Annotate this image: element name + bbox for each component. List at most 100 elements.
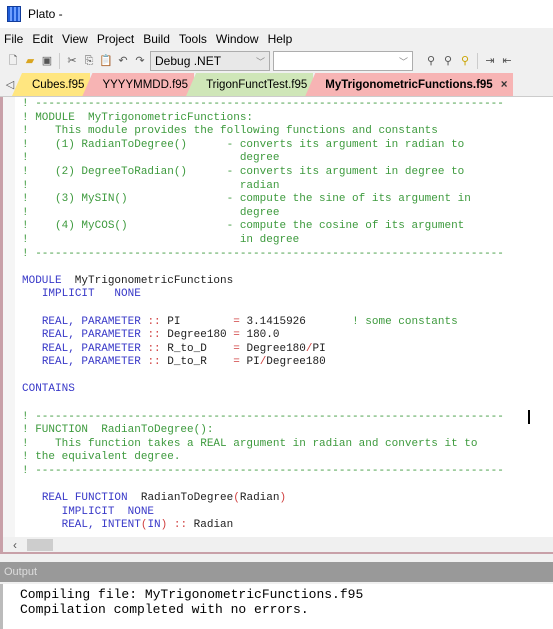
output-panel: Compiling file: MyTrigonometricFunctions… [0,584,553,629]
code-line: ! degree [22,207,504,221]
editor-tabs: ◁ Cubes.f95 YYYYMMDD.f95 TrigonFunctTest… [0,73,553,97]
plato-app-icon [7,6,21,22]
code-line: IMPLICIT NONE [22,506,504,520]
code-line: ! (4) MyCOS() - compute the cosine of it… [22,220,504,234]
code-line: ! in degree [22,234,504,248]
code-comment: ! --------------------------------------… [22,247,504,260]
code-line: ! This module provides the following fun… [22,125,504,139]
tab-label: MyTrigonometricFunctions.f95 [325,79,493,91]
code-comment: ! This function takes a REAL argument in… [22,437,478,450]
code-line: ! --------------------------------------… [22,248,504,262]
menu-help[interactable]: Help [264,32,298,46]
code-line: REAL, PARAMETER :: Degree180 = 180.0 [22,329,504,343]
code-keyword: REAL, PARAMETER [41,315,148,328]
new-file-icon[interactable]: 🗋 [6,54,20,68]
undo-icon[interactable]: ↶ [116,54,130,68]
code-comment: ! the equivalent degree. [22,451,181,464]
code-operator: = [233,315,240,328]
code-comment: ! (3) MySIN() - compute the sine of its … [22,193,471,206]
scroll-left-icon[interactable]: ‹ [13,538,17,552]
cut-icon[interactable]: ✂ [65,54,79,68]
menu-view[interactable]: View [58,32,93,46]
code-editor[interactable]: ! --------------------------------------… [0,97,553,537]
code-comment: ! (4) MyCOS() - compute the cosine of it… [22,220,465,233]
code-comment: ! MODULE MyTrigonometricFunctions: [22,111,254,124]
code-line: MODULE MyTrigonometricFunctions [22,275,504,289]
code-line: IMPLICIT NONE [22,288,504,302]
tab-label: TrigonFunctTest.f95 [206,79,308,91]
output-panel-title: Output [0,562,553,582]
configuration-value: Debug .NET [155,54,222,68]
menu-build[interactable]: Build [139,32,175,46]
indent-icon[interactable]: ⇥ [483,54,497,68]
code-operator: :: [147,342,161,355]
code-comment: ! --------------------------------------… [22,98,504,110]
menu-file[interactable]: File [0,32,28,46]
code-text-token: MyTrigonometricFunctions [61,274,234,287]
code-line: REAL, INTENT(IN) :: Radian [22,519,504,533]
code-operator: / [305,342,313,355]
code-line: ! FUNCTION RadianToDegree(): [22,424,504,438]
code-line: ! degree [22,152,504,166]
open-folder-icon[interactable]: ▰ [23,54,37,68]
replace-icon[interactable]: ⚲ [458,54,472,68]
search-combo[interactable]: ﹀ [273,51,413,71]
paste-icon[interactable]: 📋 [99,54,113,68]
redo-icon[interactable]: ↷ [133,54,147,68]
code-line: ! --------------------------------------… [22,411,504,425]
menu-bar: File Edit View Project Build Tools Windo… [0,30,553,48]
code-text-token: Degree180 [160,329,234,342]
tab-cubes[interactable]: Cubes.f95 [12,73,91,96]
scrollbar-thumb[interactable] [27,539,53,551]
tab-mytrigonometricfunctions[interactable]: MyTrigonometricFunctions.f95 × [305,73,514,96]
chevron-down-icon: ﹀ [255,56,265,67]
menu-project[interactable]: Project [93,32,139,46]
code-comment: ! This module provides the following fun… [22,125,438,138]
save-icon[interactable]: ▣ [40,54,54,68]
menu-edit[interactable]: Edit [28,32,58,46]
outdent-icon[interactable]: ⇤ [500,54,514,68]
code-text[interactable]: ! --------------------------------------… [22,98,504,533]
close-icon[interactable]: × [501,79,508,91]
code-line: ! (1) RadianToDegree() - converts its ar… [22,139,504,153]
code-text-token: Radian [239,492,280,505]
code-keyword: REAL, PARAMETER [41,329,148,342]
code-line: REAL, PARAMETER :: R_to_D = Degree180/PI [22,343,504,357]
code-comment: ! radian [22,179,280,192]
code-keyword: REAL FUNCTION [41,492,128,505]
code-line: ! This function takes a REAL argument in… [22,438,504,452]
code-text-token: PI [239,356,260,369]
menu-tools[interactable]: Tools [175,32,212,46]
find-next-icon[interactable]: ⚲ [441,54,455,68]
code-keyword: REAL, PARAMETER [41,342,148,355]
code-text-token: PI [160,315,234,328]
code-text-token: PI [312,342,326,355]
configuration-select[interactable]: Debug .NET ﹀ [150,51,270,71]
toolbar: 🗋 ▰ ▣ ✂ ⎘ 📋 ↶ ↷ Debug .NET ﹀ ﹀ ⚲ ⚲ ⚲ ⇥ ⇤ [0,50,553,72]
tab-yyyymmdd[interactable]: YYYYMMDD.f95 [82,73,195,96]
code-comment: ! (1) RadianToDegree() - converts its ar… [22,138,465,151]
code-line: ! (3) MySIN() - compute the sine of its … [22,193,504,207]
menu-window[interactable]: Window [212,32,264,46]
output-line: Compiling file: MyTrigonometricFunctions… [20,587,364,602]
toolbar-separator [477,53,478,69]
code-line: ! --------------------------------------… [22,465,504,479]
tab-trigonfuncttest[interactable]: TrigonFunctTest.f95 [186,73,314,96]
code-text-token: RadianToDegree [127,492,234,505]
code-text-token: D_to_R [160,356,234,369]
copy-icon[interactable]: ⎘ [82,54,96,68]
chevron-down-icon: ﹀ [398,56,408,67]
code-operator: = [233,329,240,342]
window-title: Plato - [28,7,63,21]
code-line: REAL, PARAMETER :: D_to_R = PI/Degree180 [22,356,504,370]
horizontal-scrollbar[interactable]: ‹ [0,537,553,554]
find-icon[interactable]: ⚲ [424,54,438,68]
